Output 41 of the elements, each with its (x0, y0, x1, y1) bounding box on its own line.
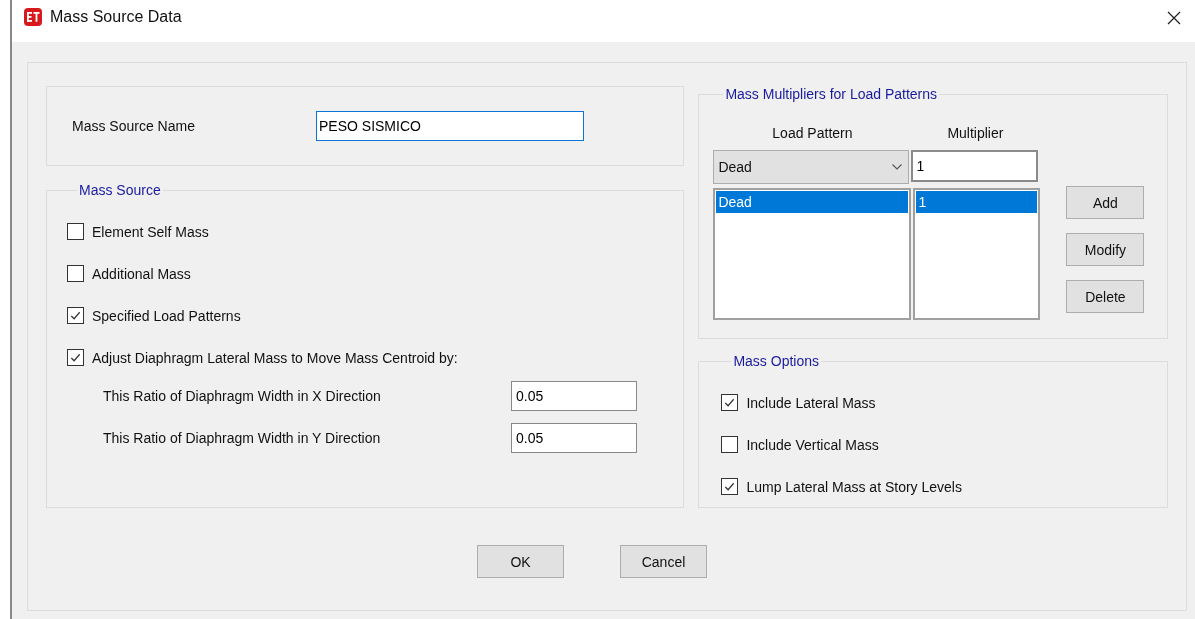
checkbox[interactable] (721, 394, 739, 411)
pattern-dropdown[interactable]: Dead (713, 150, 910, 184)
group-title: Mass Options (732, 353, 820, 369)
caret-icon (892, 164, 903, 170)
checkbox[interactable] (721, 478, 739, 495)
checkbox[interactable] (67, 307, 84, 324)
multiplier-input-field[interactable]: 1 (911, 150, 1039, 182)
checkbox[interactable] (67, 265, 84, 282)
list-item[interactable]: 1 (916, 191, 1038, 213)
checkmark-icon (69, 309, 82, 322)
group-title: Mass Multipliers for Load Patterns (724, 86, 939, 102)
field-label: This Ratio of Diaphragm Width in Y Direction (103, 430, 382, 446)
column-header: Load Pattern (771, 125, 854, 141)
action-button[interactable]: Delete (1066, 280, 1145, 313)
app-logo-icon (24, 8, 42, 26)
ratio-input-field[interactable]: 0.05 (511, 423, 637, 453)
checkbox-label: Include Vertical Mass (746, 436, 879, 453)
checkmark-icon (69, 351, 82, 364)
dialog-button[interactable]: Cancel (620, 545, 707, 578)
ratio-input-field[interactable]: 0.05 (511, 381, 637, 411)
action-button[interactable]: Add (1066, 186, 1145, 219)
action-button[interactable]: Modify (1066, 233, 1145, 266)
group-title: Mass Source (78, 182, 162, 198)
field-label: This Ratio of Diaphragm Width in X Direction (103, 388, 382, 404)
checkbox-label: Adjust Diaphragm Lateral Mass to Move Mass Centroid by: (92, 349, 458, 366)
field-label: Mass Source Name (72, 118, 196, 134)
checkmark-icon (723, 480, 737, 493)
checkbox[interactable] (67, 349, 84, 366)
column-header: Multiplier (946, 125, 1005, 141)
checkbox[interactable] (721, 436, 739, 453)
checkbox-label: Element Self Mass (92, 223, 209, 240)
checkbox-label: Include Lateral Mass (746, 394, 876, 411)
list-item[interactable]: Dead (716, 191, 909, 213)
checkbox-label: Lump Lateral Mass at Story Levels (746, 478, 962, 495)
checkbox-label: Additional Mass (92, 265, 191, 282)
checkbox-label: Specified Load Patterns (92, 307, 241, 324)
window-title: Mass Source Data (50, 8, 182, 26)
dialog-button[interactable]: OK (477, 545, 564, 578)
checkmark-icon (723, 396, 737, 409)
checkbox[interactable] (67, 223, 84, 240)
name-input-field[interactable]: PESO SISMICO (316, 111, 584, 141)
